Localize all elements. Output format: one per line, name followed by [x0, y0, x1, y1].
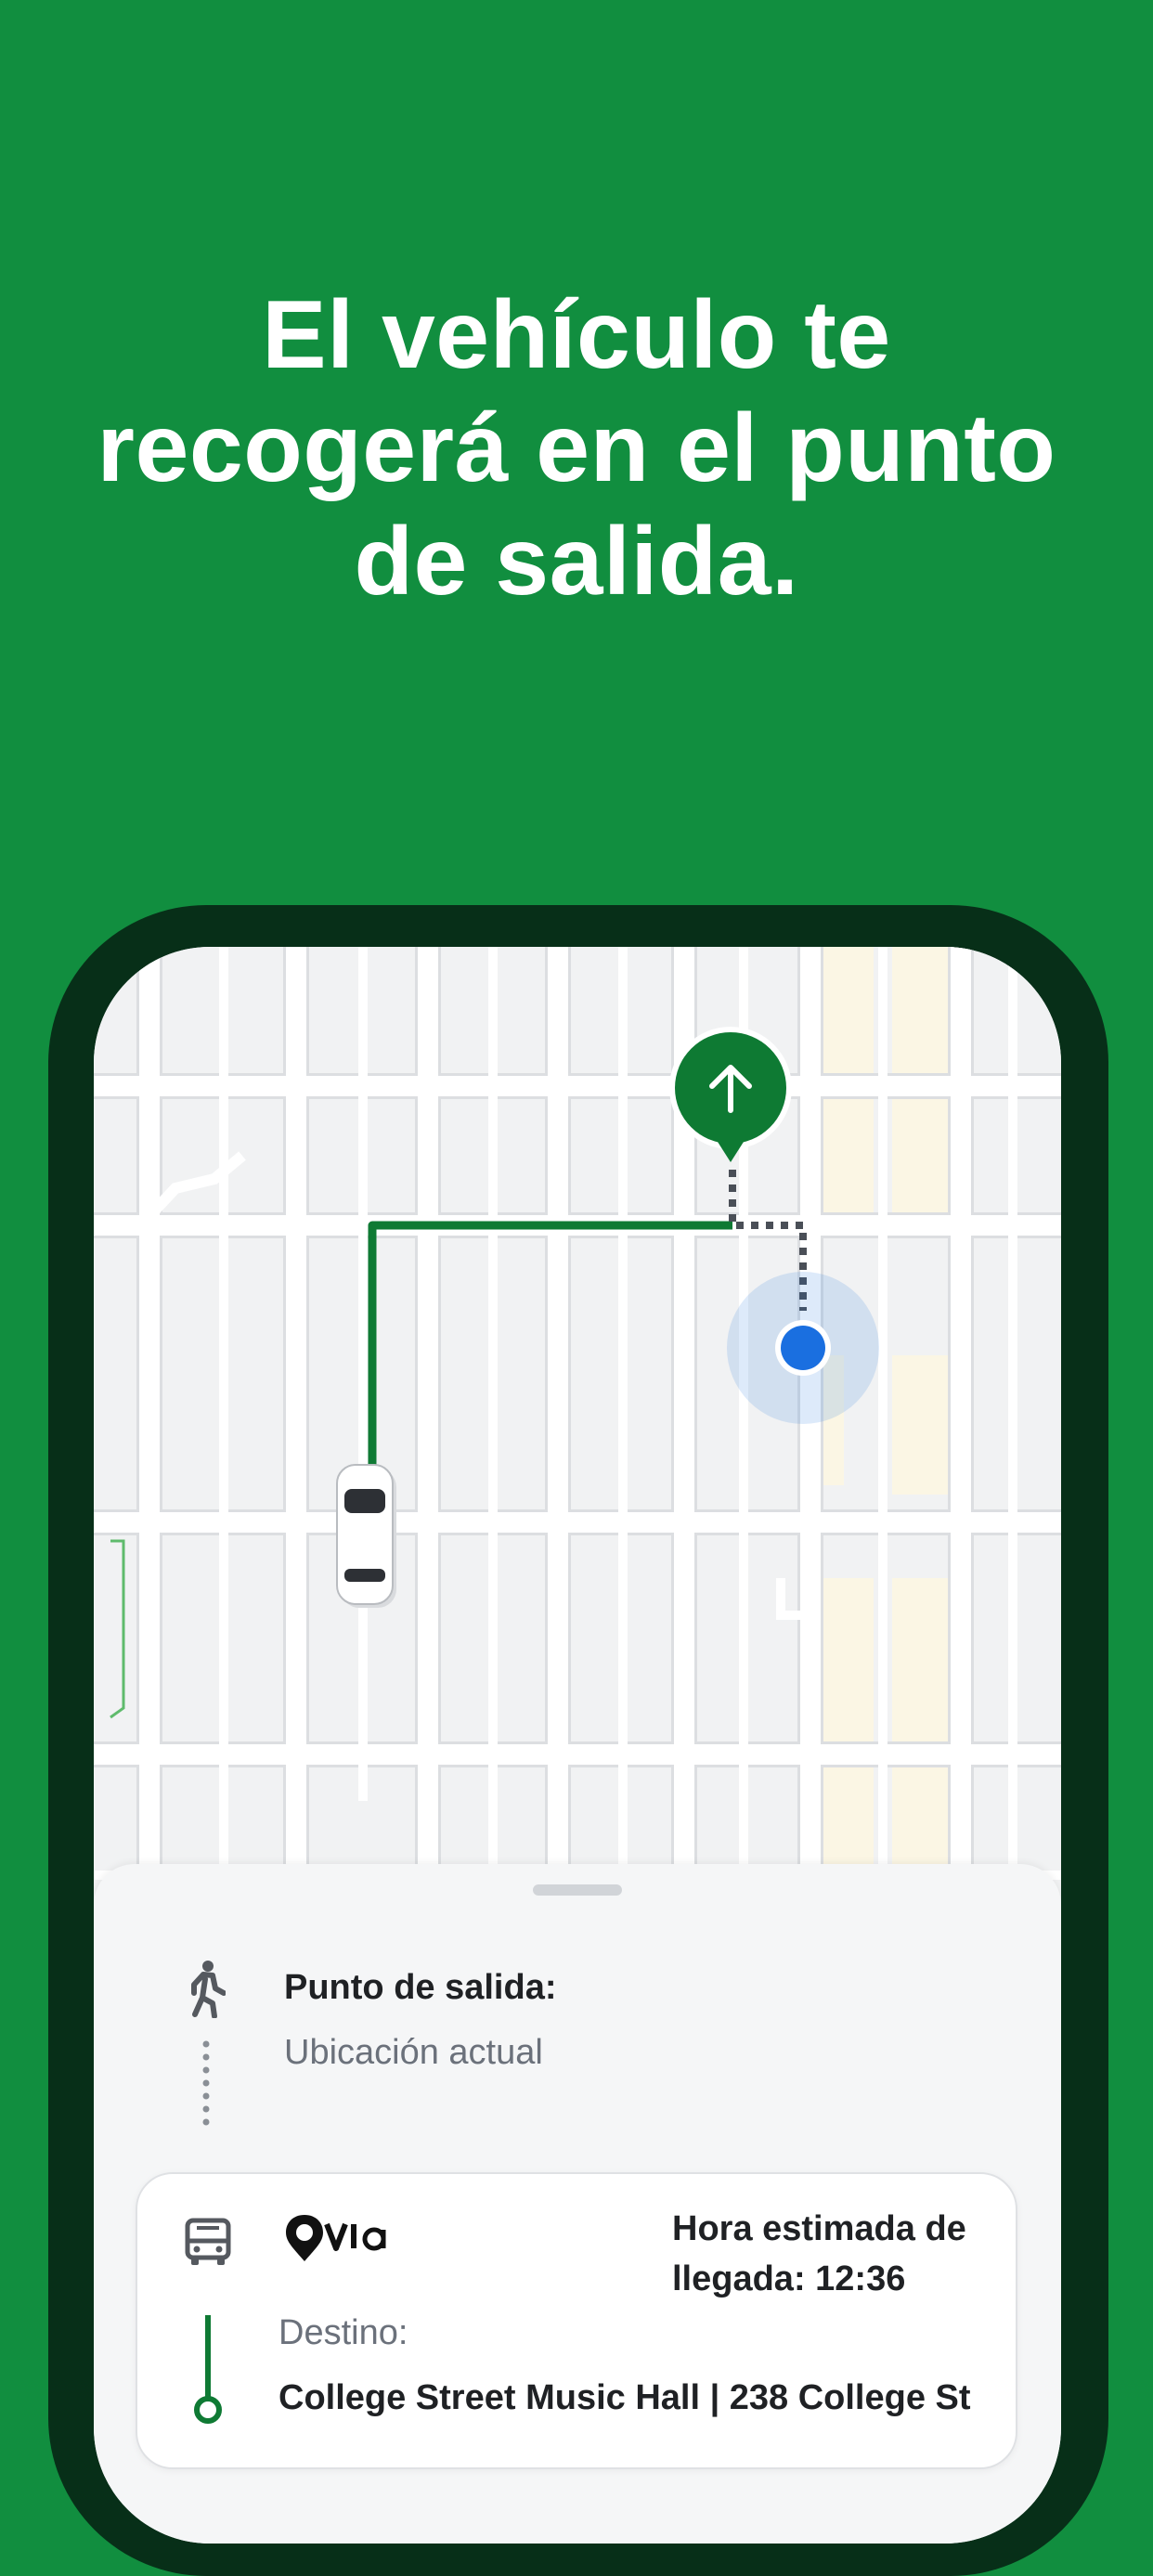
bus-icon: [185, 2218, 231, 2265]
trip-bottom-sheet[interactable]: Punto de salida: Ubicación actual Hora e…: [94, 1864, 1061, 2544]
walk-dotted-line: [202, 2040, 210, 2126]
ride-card[interactable]: Hora estimada de llegada: 12:36 Destino:…: [136, 2172, 1017, 2469]
destination-label: Destino:: [279, 2313, 408, 2352]
headline: El vehículo te recogerá en el punto de s…: [97, 281, 1056, 615]
pickup-label: Punto de salida:: [284, 1968, 557, 2007]
destination-icon: [194, 2315, 222, 2424]
phone-screen: Punto de salida: Ubicación actual Hora e…: [94, 947, 1061, 2544]
vehicle-car-icon: [336, 1464, 396, 1608]
eta-text: Hora estimada de llegada: 12:36: [672, 2209, 966, 2298]
destination-value: College Street Music Hall | 238 College …: [279, 2378, 971, 2417]
pickup-value: Ubicación actual: [284, 2033, 543, 2072]
walking-person-icon: [191, 1961, 226, 2018]
drag-handle[interactable]: [533, 1884, 622, 1896]
via-logo: [286, 2215, 386, 2261]
map-view[interactable]: [94, 947, 1061, 1894]
